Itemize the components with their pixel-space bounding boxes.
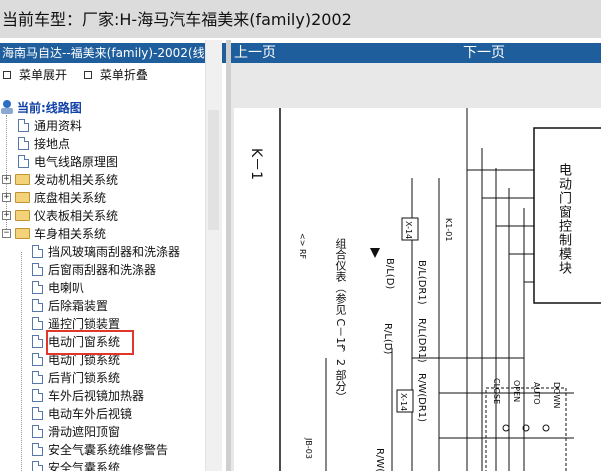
- tree-item-airbag-warning[interactable]: 安全气囊系统维修警告: [32, 440, 168, 458]
- tree-item-label: 车身相关系统: [34, 226, 107, 241]
- switch-label-close: CLOSE: [492, 378, 501, 405]
- tree-item-label: 后除霜装置: [48, 298, 109, 313]
- connector-label: X-14: [404, 221, 413, 240]
- tree-item-label: 安全气囊系统维修警告: [48, 442, 169, 457]
- wiring-diagram-page: K－1 电动门窗控制模块 组合仪表（参见 C－1f，2 部分） <> RF B/…: [234, 108, 601, 471]
- tree-item-label: 后背门锁系统: [48, 370, 121, 385]
- square-icon: [3, 71, 11, 79]
- tree-item-general-info[interactable]: 通用资料: [18, 116, 82, 134]
- wire-label: R/L(D): [382, 323, 393, 355]
- tree-item-sunroof[interactable]: 滑动遮阳顶窗: [32, 422, 120, 440]
- computer-icon: [1, 100, 13, 114]
- diagram-viewer[interactable]: K－1 电动门窗控制模块 组合仪表（参见 C－1f，2 部分） <> RF B/…: [231, 63, 601, 471]
- tree-item-body-systems[interactable]: − 车身相关系统: [2, 224, 106, 242]
- document-icon: [32, 262, 43, 276]
- tree-item-tailgate-lock[interactable]: 后背门锁系统: [32, 368, 120, 386]
- expand-plus-icon[interactable]: +: [2, 210, 11, 220]
- document-icon: [18, 118, 29, 132]
- document-icon: [32, 298, 43, 312]
- tree-item-label: 电喇叭: [48, 280, 85, 295]
- switch-label-down: DOWN: [552, 382, 561, 409]
- tree-scrollbar[interactable]: [205, 40, 222, 471]
- wire-label: R/L(DR1): [416, 318, 427, 363]
- document-icon: [32, 388, 43, 402]
- cluster-reference-note: 组合仪表（参见 C－1f，2 部分）: [334, 238, 347, 403]
- selection-highlight-box: [46, 330, 134, 355]
- tree-item-label: 通用资料: [34, 118, 83, 133]
- tree-item-label: 车外后视镜加热器: [48, 388, 145, 403]
- document-icon: [18, 154, 29, 168]
- wire-label: R/W(DR1): [416, 373, 427, 423]
- tree-item-power-mirror[interactable]: 电动车外后视镜: [32, 404, 132, 422]
- document-icon: [32, 442, 43, 456]
- tree-item-label: 后窗雨刮器和洗涤器: [48, 262, 157, 277]
- document-icon: [32, 244, 43, 258]
- tree-item-label: 底盘相关系统: [34, 190, 107, 205]
- tree-item-airbag-system[interactable]: 安全气囊系统: [32, 458, 120, 471]
- expand-menu-label: 菜单展开: [19, 68, 68, 82]
- switch-label-auto: AUTO: [532, 382, 541, 405]
- viewer-nav-bar: 上一页 下一页: [231, 43, 601, 63]
- folder-icon: [15, 209, 30, 221]
- folder-icon: [15, 191, 30, 203]
- tree-item-label: 遥控门锁装置: [48, 316, 121, 331]
- connector-label: JB-03: [304, 438, 313, 459]
- scrollbar-thumb[interactable]: [208, 110, 219, 230]
- switch-label-open: OPEN: [512, 380, 521, 403]
- expand-plus-icon[interactable]: +: [2, 192, 11, 202]
- tree-item-rear-wiper[interactable]: 后窗雨刮器和洗涤器: [32, 260, 156, 278]
- tree-item-wiring-schematic[interactable]: 电气线路原理图: [18, 152, 118, 170]
- menu-bar: 菜单展开 菜单折叠: [0, 66, 158, 84]
- connector-label: X-14: [399, 393, 408, 412]
- expand-plus-icon[interactable]: +: [2, 174, 11, 184]
- document-icon: [32, 334, 43, 348]
- tree-item-label: 安全气囊系统: [48, 460, 121, 471]
- wire-label: <> RF: [298, 233, 307, 260]
- wire-label: B/L(DR1): [416, 260, 427, 305]
- tree-guide-line: [21, 252, 22, 471]
- document-icon: [18, 136, 29, 150]
- wire-label: K1-01: [444, 218, 453, 242]
- document-icon: [32, 424, 43, 438]
- tree-item-engine-systems[interactable]: + 发动机相关系统: [2, 170, 118, 188]
- tree-item-label: 电气线路原理图: [34, 154, 119, 169]
- document-icon: [32, 316, 43, 330]
- square-icon: [83, 71, 92, 79]
- tree-item-chassis-systems[interactable]: + 底盘相关系统: [2, 188, 106, 206]
- document-icon: [32, 370, 43, 384]
- next-page-button[interactable]: 下一页: [463, 43, 505, 63]
- tree-item-label: 发动机相关系统: [34, 172, 119, 187]
- collapse-menu-label: 菜单折叠: [99, 68, 148, 82]
- tree-item-label: 电动车外后视镜: [48, 406, 133, 421]
- module-label: 电动门窗控制模块: [556, 163, 571, 275]
- document-icon: [32, 280, 43, 294]
- open-folder-icon: [15, 227, 30, 239]
- wire-label: R/W(D): [374, 448, 385, 471]
- wire-label: B/L(D): [384, 258, 395, 290]
- previous-page-button[interactable]: 上一页: [234, 43, 276, 63]
- tree-item-label: 滑动遮阳顶窗: [48, 424, 121, 439]
- window-title: 当前车型：厂家:H-海马汽车福美来(family)2002: [0, 0, 601, 38]
- tree-item-horn[interactable]: 电喇叭: [32, 278, 84, 296]
- collapse-minus-icon[interactable]: −: [2, 228, 11, 238]
- collapse-menu-button[interactable]: 菜单折叠: [83, 66, 148, 84]
- tree-item-rear-defroster[interactable]: 后除霜装置: [32, 296, 108, 314]
- tree-item-label: 挡风玻璃雨刮器和洗涤器: [48, 244, 181, 259]
- document-icon: [32, 352, 43, 366]
- document-icon: [32, 460, 43, 471]
- tree-root[interactable]: 当前:线路图: [1, 98, 82, 116]
- diagram-page-id: K－1: [248, 148, 264, 181]
- document-icon: [32, 406, 43, 420]
- tree-item-label: 接地点: [34, 136, 71, 151]
- navigation-pane: 海南马自达--福美来(family)-2002(线 菜单展开 菜单折叠 当前:线…: [0, 40, 226, 471]
- tree-item-ground-points[interactable]: 接地点: [18, 134, 70, 152]
- tree-item-label: 仪表板相关系统: [34, 208, 119, 223]
- tree-item-mirror-heater[interactable]: 车外后视镜加热器: [32, 386, 144, 404]
- folder-icon: [15, 173, 30, 185]
- vehicle-header: 海南马自达--福美来(family)-2002(线: [0, 43, 226, 63]
- tree-item-windshield-wiper[interactable]: 挡风玻璃雨刮器和洗涤器: [32, 242, 180, 260]
- expand-menu-button[interactable]: 菜单展开: [3, 66, 67, 84]
- tree-item-dashboard-systems[interactable]: + 仪表板相关系统: [2, 206, 118, 224]
- tree-root-label: 当前:线路图: [17, 100, 82, 115]
